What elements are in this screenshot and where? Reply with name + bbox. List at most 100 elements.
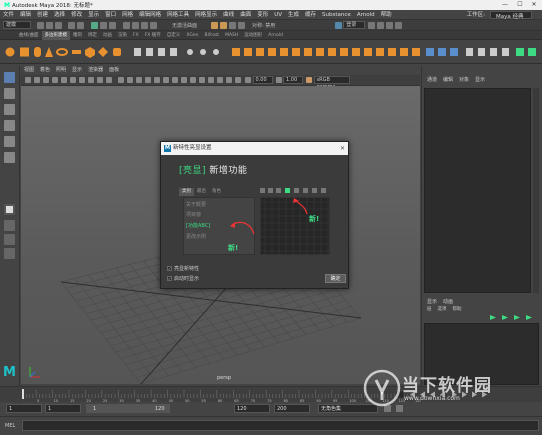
viewport-menu-lighting[interactable]: 照明 — [53, 66, 69, 75]
menu-generate[interactable]: 生成 — [285, 10, 302, 20]
redo-icon[interactable] — [77, 21, 84, 29]
four-view-layout-icon[interactable] — [4, 220, 15, 231]
layer-menu-options[interactable]: 选项 — [435, 306, 450, 312]
menu-help[interactable]: 帮助 — [378, 10, 395, 20]
shadows-icon[interactable] — [162, 77, 169, 83]
bookmarks-icon[interactable] — [43, 77, 49, 83]
render-settings-icon[interactable] — [229, 21, 237, 29]
select-tool-icon[interactable] — [4, 72, 15, 83]
shelf-tab-xgen[interactable]: XGen — [183, 31, 201, 40]
dialog-tab-category[interactable]: 类别 — [179, 188, 194, 196]
viewport-menu-shading[interactable]: 着色 — [37, 66, 53, 75]
single-view-layout-icon[interactable] — [4, 204, 15, 215]
hypershade-icon[interactable] — [238, 21, 246, 29]
menu-cache[interactable]: 缓存 — [302, 10, 319, 20]
toggle-attribute-editor-icon[interactable] — [377, 21, 385, 29]
use-all-lights-icon[interactable] — [153, 77, 160, 83]
mel-command-input[interactable] — [22, 420, 539, 431]
camera-attributes-icon[interactable] — [34, 77, 40, 83]
grid-toggle-icon[interactable] — [61, 77, 67, 83]
shelf-tab-fx-caching[interactable]: FX 缓存 — [142, 31, 164, 40]
camera-select-icon[interactable] — [25, 77, 31, 83]
menu-modify[interactable]: 修改 — [68, 10, 85, 20]
smooth-shade-icon[interactable] — [126, 77, 133, 83]
animation-end-field[interactable]: 200 — [274, 404, 310, 413]
image-plane-icon[interactable] — [52, 77, 58, 83]
minimize-button[interactable]: — — [498, 0, 512, 10]
toggle-tool-settings-icon[interactable] — [386, 21, 394, 29]
new-scene-icon[interactable] — [37, 21, 44, 29]
layer-tab-display[interactable]: 显示 — [424, 298, 440, 305]
channel-box-tab-edit[interactable]: 编辑 — [440, 76, 456, 83]
layer-tab-anim[interactable]: 动画 — [440, 298, 456, 305]
workspace-dropdown[interactable]: Maya 经典 — [490, 11, 532, 20]
shelf-tab-mash[interactable]: MASH — [222, 31, 241, 40]
depth-of-field-icon[interactable] — [198, 77, 205, 83]
shelf-tab-bifrost[interactable]: Bifrost — [202, 31, 223, 40]
menu-deform[interactable]: 变形 — [254, 10, 271, 20]
login-dropdown[interactable]: 登录 — [343, 21, 366, 29]
wireframe-on-shaded-icon[interactable] — [135, 77, 142, 83]
ipr-render-icon[interactable] — [220, 21, 228, 29]
xray-joints-icon[interactable] — [225, 77, 232, 83]
menu-curves[interactable]: 曲线 — [220, 10, 237, 20]
shelf-tab-poly-modeling[interactable]: 多边形建模 — [41, 30, 71, 40]
menu-surfaces[interactable]: 曲面 — [237, 10, 254, 20]
shelf-tab-rendering[interactable]: 渲染 — [115, 31, 130, 40]
field-chart-icon[interactable] — [97, 77, 103, 83]
gate-mask-icon[interactable] — [88, 77, 94, 83]
menu-file[interactable]: 文件 — [0, 10, 17, 20]
snap-grid-icon[interactable] — [123, 21, 130, 29]
menu-display[interactable]: 显示 — [85, 10, 102, 20]
shelf-tab-fx[interactable]: FX — [130, 31, 142, 40]
xray-icon[interactable] — [216, 77, 223, 83]
dialog-titlebar[interactable]: M 新特性亮显设置 ✕ — [161, 142, 348, 155]
menu-mesh-tools[interactable]: 网格工具 — [164, 10, 192, 20]
gamma-field[interactable]: 1.00 — [283, 76, 303, 84]
shelf-tab-arnold[interactable]: Arnold — [265, 31, 286, 40]
show-at-startup-checkbox[interactable]: ✓ 启动时显示 — [167, 275, 199, 282]
dialog-tab-role[interactable]: 角色 — [209, 188, 224, 196]
safe-action-icon[interactable] — [106, 77, 112, 83]
toggle-channel-box-icon[interactable] — [395, 21, 403, 29]
screen-space-ao-icon[interactable] — [171, 77, 178, 83]
dialog-tab-last[interactable]: 最后 — [194, 188, 209, 196]
motion-blur-icon[interactable] — [180, 77, 187, 83]
list-item[interactable]: 关于概要 — [186, 201, 206, 208]
highlight-new-features-checkbox[interactable]: ✓ 亮显新特性 — [167, 265, 199, 272]
channel-box-tab-object[interactable]: 对象 — [456, 76, 472, 83]
lasso-tool-icon[interactable] — [4, 88, 15, 99]
snap-point-icon[interactable] — [141, 21, 148, 29]
paint-select-tool-icon[interactable] — [4, 104, 15, 115]
scale-tool-icon[interactable] — [4, 152, 15, 163]
maximize-button[interactable]: ☐ — [513, 0, 527, 10]
outliner-layout-icon[interactable] — [4, 248, 15, 259]
symmetry-label[interactable]: 对称: 禁用 — [252, 22, 275, 29]
shelf-tab-sculpting[interactable]: 雕刻 — [70, 31, 85, 40]
move-tool-icon[interactable] — [4, 120, 15, 131]
channel-box-scrollbar[interactable] — [533, 88, 539, 293]
snap-curve-icon[interactable] — [132, 21, 139, 29]
viewport-menu-show[interactable]: 显示 — [69, 66, 85, 75]
menu-substance[interactable]: Substance — [319, 10, 354, 20]
menu-windows[interactable]: 窗口 — [102, 10, 119, 20]
select-by-hierarchy-icon[interactable] — [91, 21, 98, 29]
shelf-tab-curves[interactable]: 曲线/曲面 — [16, 31, 42, 40]
rotate-tool-icon[interactable] — [4, 136, 15, 147]
shelf-tab-custom[interactable]: 自定义 — [164, 31, 184, 40]
wireframe-icon[interactable] — [117, 77, 124, 83]
shelf-tab-rigging[interactable]: 绑定 — [85, 31, 100, 40]
layer-menu-layers[interactable]: 层 — [424, 306, 435, 312]
exposure-field[interactable]: 0.00 — [252, 76, 273, 84]
channel-box-content[interactable] — [424, 88, 531, 293]
channel-box-tab-show[interactable]: 显示 — [472, 76, 488, 83]
playback-start-field[interactable]: 1 — [45, 404, 81, 413]
animation-start-field[interactable]: 1 — [6, 404, 42, 413]
film-gate-icon[interactable] — [70, 77, 76, 83]
channel-box-tab-channels[interactable]: 通道 — [424, 76, 440, 83]
list-item[interactable]: 项目窗 — [186, 211, 201, 218]
color-management-icon[interactable] — [306, 77, 312, 83]
render-icon[interactable] — [211, 21, 219, 29]
snap-plane-icon[interactable] — [150, 21, 157, 29]
select-by-component-icon[interactable] — [109, 21, 116, 29]
